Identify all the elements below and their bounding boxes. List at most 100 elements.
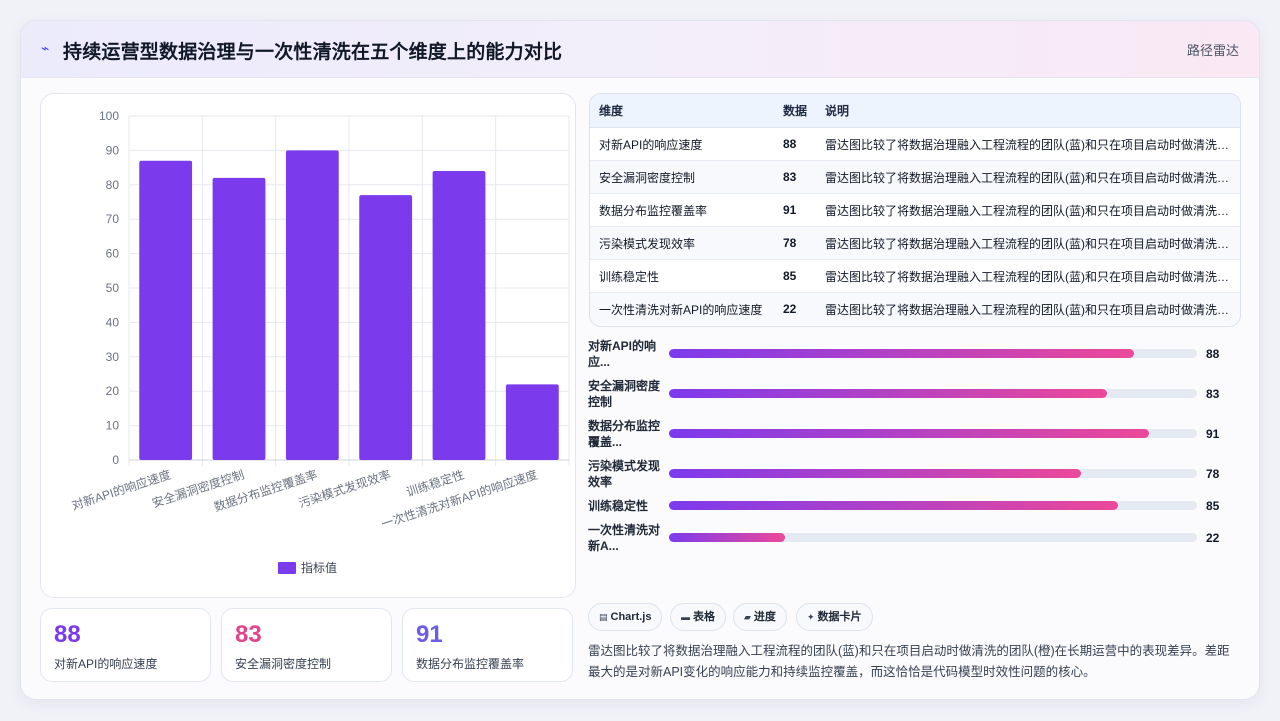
stat-label: 数据分布监控覆盖率 <box>416 657 525 671</box>
progress-row: 训练稳定性 85 <box>588 488 1238 524</box>
header: ⌁ 持续运营型数据治理与一次性清洗在五个维度上的能力对比 路径雷达 <box>21 21 1259 78</box>
cell-note: 雷达图比较了将数据治理融入工程流程的团队(蓝)和只在项目启动时做清洗的团队(橙)… <box>816 160 1240 194</box>
progress-value: 91 <box>1206 427 1220 441</box>
progress-track <box>669 349 1197 358</box>
stat-card-1: 88 对新API的响应速度 <box>40 608 211 682</box>
progress-label: 训练稳定性 <box>588 499 649 513</box>
sparkle-icon: ⌁ <box>41 40 50 56</box>
legend-label: 指标值 <box>301 560 337 575</box>
progress-track <box>669 469 1197 478</box>
cell-note: 雷达图比较了将数据治理融入工程流程的团队(蓝)和只在项目启动时做清洗的团队(橙)… <box>816 292 1240 325</box>
y-tick-label: 50 <box>106 281 120 295</box>
progress-track <box>669 533 1197 542</box>
table-header-row: 维度 数据 说明 <box>590 94 1240 128</box>
table-row: 数据分布监控覆盖率 91 雷达图比较了将数据治理融入工程流程的团队(蓝)和只在项… <box>590 193 1240 227</box>
bar <box>505 384 559 460</box>
cell-value: 83 <box>774 160 816 194</box>
table-row: 污染模式发现效率 78 雷达图比较了将数据治理融入工程流程的团队(蓝)和只在项目… <box>590 226 1240 260</box>
y-tick-label: 60 <box>106 247 120 261</box>
chip-progress[interactable]: ▰ 进度 <box>733 603 787 631</box>
chip-label: Chart.js <box>610 611 652 623</box>
chart-icon: ▤ <box>599 612 608 622</box>
progress-label: 对新API的响应... <box>588 339 657 369</box>
legend-swatch <box>278 562 296 574</box>
cell-note: 雷达图比较了将数据治理融入工程流程的团队(蓝)和只在项目启动时做清洗的团队(橙)… <box>816 226 1240 260</box>
stat-card-2: 83 安全漏洞密度控制 <box>221 608 392 682</box>
table-row: 一次性清洗对新API的响应速度 22 雷达图比较了将数据治理融入工程流程的团队(… <box>590 292 1240 325</box>
stat-value: 83 <box>235 621 262 648</box>
table-icon: ▬ <box>681 612 690 622</box>
bar <box>432 171 486 460</box>
bar <box>359 195 413 460</box>
chip-chartjs[interactable]: ▤ Chart.js <box>588 603 663 631</box>
table-row: 安全漏洞密度控制 83 雷达图比较了将数据治理融入工程流程的团队(蓝)和只在项目… <box>590 160 1240 194</box>
progress-track <box>669 429 1197 438</box>
header-tag: 路径雷达 <box>1186 43 1239 58</box>
progress-fill <box>669 501 1118 510</box>
progress-value: 83 <box>1206 387 1220 401</box>
progress-fill <box>669 429 1150 438</box>
cell-value: 91 <box>774 193 816 227</box>
dashboard-card: ⌁ 持续运营型数据治理与一次性清洗在五个维度上的能力对比 路径雷达 0 10 20 3… <box>20 20 1260 700</box>
progress-list: 对新API的响应... 88 安全漏洞密度控制 83 数据分布监控覆盖... 9… <box>588 336 1238 556</box>
progress-value: 78 <box>1206 467 1220 481</box>
cell-value: 88 <box>774 127 816 161</box>
progress-row: 数据分布监控覆盖... 91 <box>588 416 1238 452</box>
data-table: 维度 数据 说明 对新API的响应速度 88 雷达图比较了将数据治理融入工程流程… <box>589 93 1241 327</box>
y-tick-label: 20 <box>106 384 120 398</box>
progress-fill <box>669 389 1108 398</box>
stat-value: 91 <box>416 621 443 648</box>
y-tick-label: 100 <box>99 109 119 123</box>
stat-card-3: 91 数据分布监控覆盖率 <box>402 608 573 682</box>
progress-row: 对新API的响应... 88 <box>588 336 1238 372</box>
bar <box>212 177 266 461</box>
chip-label: 表格 <box>693 611 715 623</box>
cell-dimension: 训练稳定性 <box>590 259 774 293</box>
page-title: 持续运营型数据治理与一次性清洗在五个维度上的能力对比 <box>63 42 563 63</box>
bar <box>285 150 339 460</box>
description: 雷达图比较了将数据治理融入工程流程的团队(蓝)和只在项目启动时做清洗的团队(橙)… <box>588 644 1230 679</box>
progress-value: 85 <box>1206 499 1220 513</box>
chip-label: 进度 <box>753 611 776 623</box>
cell-note: 雷达图比较了将数据治理融入工程流程的团队(蓝)和只在项目启动时做清洗的团队(橙)… <box>816 259 1240 293</box>
progress-label: 安全漏洞密度控制 <box>588 379 661 409</box>
cell-dimension: 数据分布监控覆盖率 <box>590 193 774 227</box>
chip-label: 数据卡片 <box>817 611 862 623</box>
column-header-dimension: 维度 <box>590 94 774 128</box>
progress-icon: ▰ <box>744 612 751 622</box>
progress-row: 污染模式发现效率 78 <box>588 456 1238 492</box>
progress-fill <box>669 469 1081 478</box>
progress-value: 88 <box>1206 347 1220 361</box>
chip-data-card[interactable]: ✦ 数据卡片 <box>796 603 873 631</box>
bar <box>139 160 193 460</box>
y-tick-label: 0 <box>112 453 119 467</box>
y-tick-label: 40 <box>106 315 120 329</box>
progress-fill <box>669 349 1134 358</box>
cell-note: 雷达图比较了将数据治理融入工程流程的团队(蓝)和只在项目启动时做清洗的团队(橙)… <box>816 127 1240 161</box>
bar-chart: 0102030405060708090100对新API的响应速度安全漏洞密度控制… <box>70 109 570 575</box>
cell-value: 22 <box>774 292 816 325</box>
progress-label: 数据分布监控覆盖... <box>588 419 661 449</box>
cell-note: 雷达图比较了将数据治理融入工程流程的团队(蓝)和只在项目启动时做清洗的团队(橙)… <box>816 193 1240 227</box>
table-row: 训练稳定性 85 雷达图比较了将数据治理融入工程流程的团队(蓝)和只在项目启动时… <box>590 259 1240 293</box>
stat-label: 安全漏洞密度控制 <box>235 657 332 671</box>
column-header-note: 说明 <box>816 94 1240 128</box>
y-tick-label: 80 <box>106 178 120 192</box>
progress-row: 一次性清洗对新A... 22 <box>588 520 1238 556</box>
progress-track <box>669 389 1197 398</box>
cell-dimension: 污染模式发现效率 <box>590 226 774 260</box>
cell-dimension: 对新API的响应速度 <box>590 127 774 161</box>
progress-value: 22 <box>1206 531 1220 545</box>
cell-value: 78 <box>774 226 816 260</box>
progress-label: 一次性清洗对新A... <box>588 523 661 553</box>
progress-track <box>669 501 1197 510</box>
table-row: 对新API的响应速度 88 雷达图比较了将数据治理融入工程流程的团队(蓝)和只在… <box>590 127 1240 161</box>
progress-label: 污染模式发现效率 <box>588 459 661 489</box>
progress-row: 安全漏洞密度控制 83 <box>588 376 1238 412</box>
progress-fill <box>669 533 786 542</box>
cell-dimension: 安全漏洞密度控制 <box>590 160 774 194</box>
chip-table[interactable]: ▬ 表格 <box>670 603 726 631</box>
y-tick-label: 70 <box>106 212 120 226</box>
cell-value: 85 <box>774 259 816 293</box>
stat-value: 88 <box>54 621 81 648</box>
